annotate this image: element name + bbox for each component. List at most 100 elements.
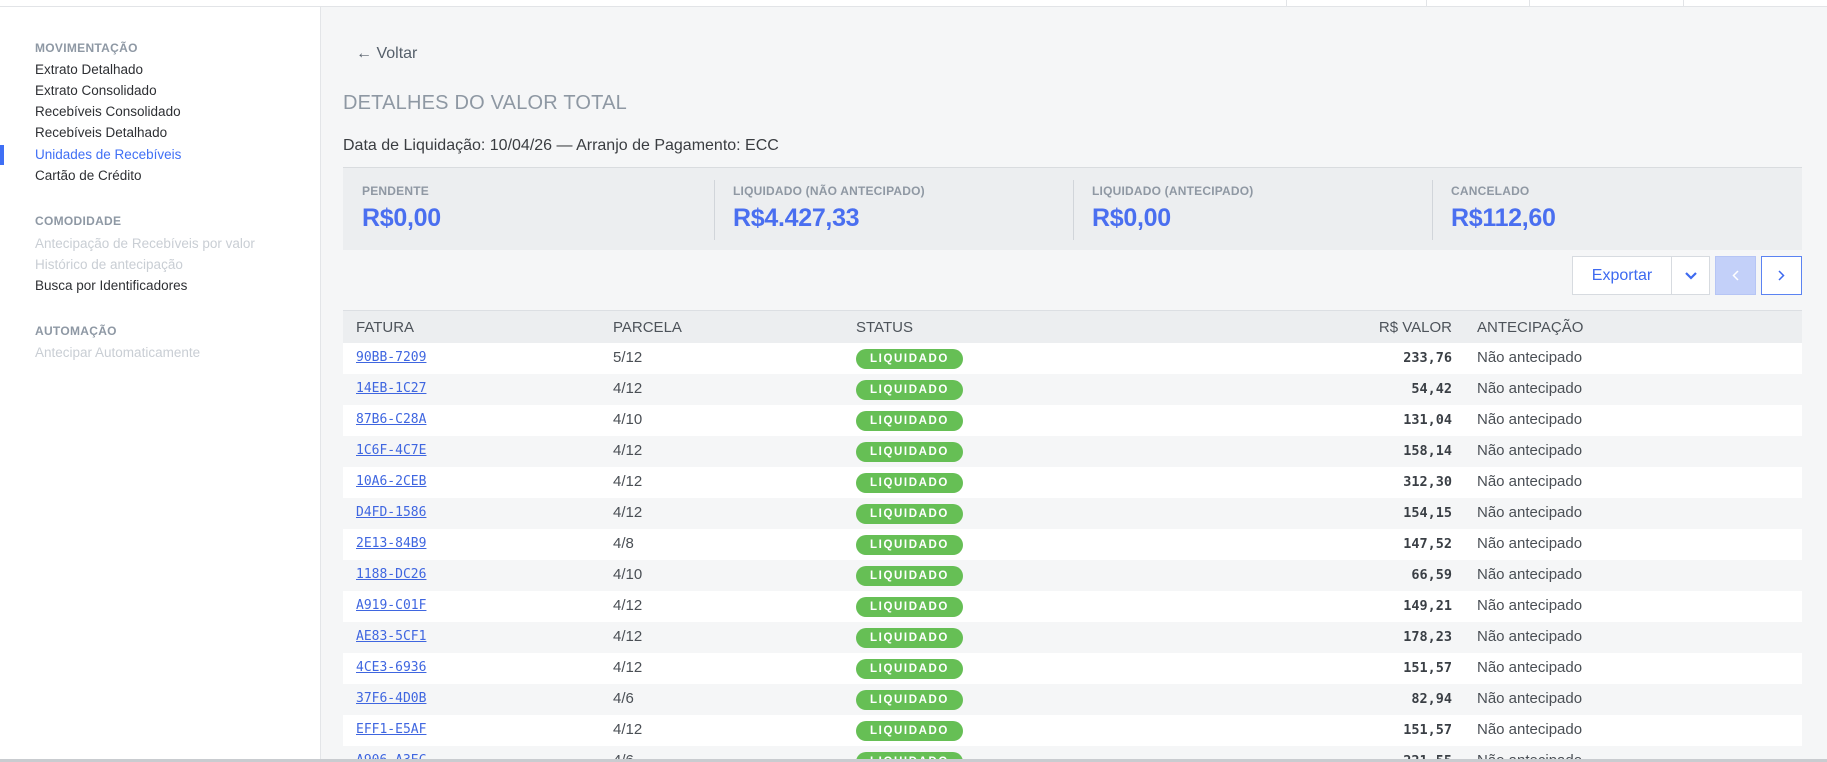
parcela-cell: 4/10 <box>613 566 643 583</box>
valor-cell: 158,14 <box>1403 443 1452 459</box>
top-bar <box>0 0 1827 7</box>
fatura-link[interactable]: 1188-DC26 <box>356 567 426 582</box>
antecipacao-cell: Não antecipado <box>1477 566 1583 583</box>
summary-label: LIQUIDADO (ANTECIPADO) <box>1092 184 1254 198</box>
summary-label: LIQUIDADO (NÃO ANTECIPADO) <box>733 184 925 198</box>
valor-cell: 147,52 <box>1403 536 1452 552</box>
valor-cell: 151,57 <box>1403 660 1452 676</box>
fatura-link[interactable]: 87B6-C28A <box>356 412 426 427</box>
status-badge: LIQUIDADO <box>856 628 963 648</box>
parcela-cell: 5/12 <box>613 349 643 366</box>
fatura-link[interactable]: 14EB-1C27 <box>356 381 426 396</box>
status-badge: LIQUIDADO <box>856 690 963 710</box>
antecipacao-cell: Não antecipado <box>1477 659 1583 676</box>
fatura-link[interactable]: 37F6-4D0B <box>356 691 426 706</box>
status-badge: LIQUIDADO <box>856 411 963 431</box>
chevron-left-icon <box>1732 270 1739 281</box>
parcela-cell: 4/8 <box>613 535 634 552</box>
export-dropdown-button[interactable] <box>1671 256 1710 295</box>
fatura-link[interactable]: 2E13-84B9 <box>356 536 426 551</box>
next-page-button[interactable] <box>1761 256 1802 295</box>
valor-cell: 131,04 <box>1403 412 1452 428</box>
sidebar-active-indicator <box>0 145 4 165</box>
antecipacao-cell: Não antecipado <box>1477 442 1583 459</box>
sidebar-item-busca-por-identificadores[interactable]: Busca por Identificadores <box>35 278 187 293</box>
summary-divider <box>714 180 715 240</box>
table-body: 90BB-7209 5/12 LIQUIDADO 233,76 Não antecipa… <box>343 343 1802 762</box>
antecipacao-cell: Não antecipado <box>1477 411 1583 428</box>
summary-divider <box>1432 180 1433 240</box>
summary-pendente: PENDENTE R$0,00 <box>343 168 702 251</box>
summary-value: R$4.427,33 <box>733 204 860 232</box>
fatura-link[interactable]: 90BB-7209 <box>356 350 426 365</box>
status-badge: LIQUIDADO <box>856 659 963 679</box>
valor-cell: 149,21 <box>1403 598 1452 614</box>
chevron-down-icon <box>1684 271 1697 280</box>
parcela-cell: 4/12 <box>613 380 643 397</box>
sidebar-section-title: COMODIDADE <box>35 214 122 228</box>
antecipacao-cell: Não antecipado <box>1477 535 1583 552</box>
fatura-link[interactable]: EFF1-E5AF <box>356 722 426 737</box>
column-header-valor[interactable]: R$ VALOR <box>1379 319 1452 336</box>
fatura-link[interactable]: AE83-5CF1 <box>356 629 426 644</box>
summary-panel: PENDENTE R$0,00 LIQUIDADO (NÃO ANTECIPAD… <box>343 167 1802 250</box>
sidebar-item-antecipar-automaticamente: Antecipar Automaticamente <box>35 345 201 360</box>
sidebar-item-cartao-de-credito[interactable]: Cartão de Crédito <box>35 168 142 183</box>
summary-label: PENDENTE <box>362 184 429 198</box>
status-badge: LIQUIDADO <box>856 597 963 617</box>
fatura-link[interactable]: 4CE3-6936 <box>356 660 426 675</box>
back-link[interactable]: ← Voltar <box>356 45 417 63</box>
summary-cancelado: CANCELADO R$112,60 <box>1432 168 1791 251</box>
summary-value: R$112,60 <box>1451 204 1556 232</box>
fatura-link[interactable]: 1C6F-4C7E <box>356 443 426 458</box>
table-row: EFF1-E5AF 4/12 LIQUIDADO 151,57 Não antecipa… <box>343 715 1802 746</box>
valor-cell: 178,23 <box>1403 629 1452 645</box>
summary-value: R$0,00 <box>1092 204 1171 232</box>
antecipacao-cell: Não antecipado <box>1477 690 1583 707</box>
valor-cell: 233,76 <box>1403 350 1452 366</box>
fatura-link[interactable]: A919-C01F <box>356 598 426 613</box>
sidebar-item-unidades-de-recebiveis[interactable]: Unidades de Recebíveis <box>35 147 181 162</box>
sidebar-item-recebiveis-detalhado[interactable]: Recebíveis Detalhado <box>35 125 167 140</box>
parcela-cell: 4/12 <box>613 597 643 614</box>
table-row: 4CE3-6936 4/12 LIQUIDADO 151,57 Não antecipa… <box>343 653 1802 684</box>
antecipacao-cell: Não antecipado <box>1477 380 1583 397</box>
column-header-fatura[interactable]: FATURA <box>356 319 414 336</box>
summary-label: CANCELADO <box>1451 184 1530 198</box>
main-content: ← Voltar DETALHES DO VALOR TOTAL Data de… <box>321 7 1827 762</box>
column-header-parcela[interactable]: PARCELA <box>613 319 682 336</box>
column-header-antecipacao[interactable]: ANTECIPAÇÃO <box>1477 319 1583 336</box>
page-title: DETALHES DO VALOR TOTAL <box>343 92 627 114</box>
status-badge: LIQUIDADO <box>856 349 963 369</box>
sidebar: MOVIMENTAÇÃO Extrato Detalhado Extrato C… <box>0 7 321 762</box>
antecipacao-cell: Não antecipado <box>1477 504 1583 521</box>
fatura-link[interactable]: 10A6-2CEB <box>356 474 426 489</box>
summary-liquidado-nao-antecipado: LIQUIDADO (NÃO ANTECIPADO) R$4.427,33 <box>714 168 1073 251</box>
table-row: D4FD-1586 4/12 LIQUIDADO 154,15 Não antecipa… <box>343 498 1802 529</box>
sidebar-item-recebiveis-consolidado[interactable]: Recebíveis Consolidado <box>35 104 181 119</box>
chevron-right-icon <box>1778 270 1785 281</box>
valor-cell: 54,42 <box>1411 381 1452 397</box>
invoices-table: FATURA PARCELA STATUS R$ VALOR ANTECIPAÇ… <box>343 310 1802 762</box>
sidebar-item-extrato-consolidado[interactable]: Extrato Consolidado <box>35 83 157 98</box>
table-row: A919-C01F 4/12 LIQUIDADO 149,21 Não antecipa… <box>343 591 1802 622</box>
fatura-link[interactable]: D4FD-1586 <box>356 505 426 520</box>
antecipacao-cell: Não antecipado <box>1477 473 1583 490</box>
antecipacao-cell: Não antecipado <box>1477 349 1583 366</box>
status-badge: LIQUIDADO <box>856 380 963 400</box>
sidebar-item-extrato-detalhado[interactable]: Extrato Detalhado <box>35 62 143 77</box>
valor-cell: 82,94 <box>1411 691 1452 707</box>
export-button[interactable]: Exportar <box>1572 256 1671 295</box>
column-header-status[interactable]: STATUS <box>856 319 913 336</box>
summary-divider <box>1073 180 1074 240</box>
table-row: 1C6F-4C7E 4/12 LIQUIDADO 158,14 Não antecipa… <box>343 436 1802 467</box>
status-badge: LIQUIDADO <box>856 721 963 741</box>
sidebar-section-title: MOVIMENTAÇÃO <box>35 41 138 55</box>
sidebar-item-historico-de-antecipacao: Histórico de antecipação <box>35 257 183 272</box>
valor-cell: 154,15 <box>1403 505 1452 521</box>
table-row: 10A6-2CEB 4/12 LIQUIDADO 312,30 Não antecipa… <box>343 467 1802 498</box>
summary-liquidado-antecipado: LIQUIDADO (ANTECIPADO) R$0,00 <box>1073 168 1432 251</box>
prev-page-button[interactable] <box>1715 256 1756 295</box>
top-bar-divider <box>1683 0 1684 6</box>
valor-cell: 66,59 <box>1411 567 1452 583</box>
